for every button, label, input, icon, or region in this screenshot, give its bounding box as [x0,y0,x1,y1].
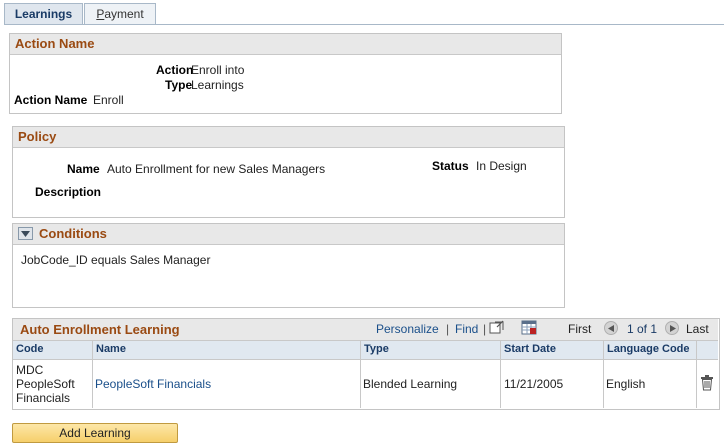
tab-learnings-label: Learnings [14,7,73,21]
delete-row-icon[interactable] [700,375,714,391]
section-title: Policy [13,127,564,148]
row-code-line-1: MDC [16,363,44,377]
action-name-label: Action Name [14,93,88,107]
tab-learnings[interactable]: Learnings [4,3,83,25]
row-language: English [606,377,646,391]
toolbar-separator: | [446,322,450,336]
collapse-triangle-icon[interactable] [18,227,33,240]
section-title: Action Name [10,34,561,55]
policy-name-label: Name [67,162,100,176]
view-all-icon[interactable] [489,320,505,335]
policy-description-label: Description [35,185,102,199]
policy-status-label: Status [432,159,469,173]
action-name-section: Action Name [9,33,562,114]
tab-payment-label: Payment [96,7,144,21]
personalize-link[interactable]: Personalize [376,322,439,336]
toolbar-separator-2: | [483,322,487,336]
previous-row-icon[interactable] [604,321,618,335]
tab-divider [4,24,724,25]
action-type-label-1: Action [156,63,194,77]
row-name-link[interactable]: PeopleSoft Financials [95,377,211,391]
row-counter: 1 of 1 [627,322,658,336]
policy-name-value: Auto Enrollment for new Sales Managers [107,162,326,176]
conditions-header: Conditions [13,224,564,245]
row-start-date: 11/21/2005 [504,377,564,391]
column-header-code[interactable]: Code [16,343,44,355]
action-type-value-2: Learnings [191,78,244,92]
conditions-text: JobCode_ID equals Sales Manager [21,253,211,267]
action-type-value-1: Enroll into [191,63,245,77]
column-header-name[interactable]: Name [96,343,126,355]
action-name-value: Enroll [93,93,124,107]
policy-status-value: In Design [476,159,527,173]
action-type-label-2: Type [165,78,193,92]
column-header-start-date[interactable]: Start Date [504,343,556,355]
column-header-type[interactable]: Type [364,343,389,355]
last-label: Last [686,322,709,336]
row-code-line-3: Financials [16,391,71,405]
first-label: First [568,322,592,336]
find-link[interactable]: Find [455,322,478,336]
tab-payment[interactable]: Payment [84,3,156,24]
add-learning-button[interactable]: Add Learning [12,423,178,443]
next-row-icon[interactable] [665,321,679,335]
download-excel-icon[interactable] [521,320,537,335]
column-header-language-code[interactable]: Language Code [607,343,690,355]
conditions-title: Conditions [39,226,107,241]
grid-title: Auto Enrollment Learning [20,322,180,337]
row-code-line-2: PeopleSoft [16,377,75,391]
row-type: Blended Learning [363,377,458,391]
